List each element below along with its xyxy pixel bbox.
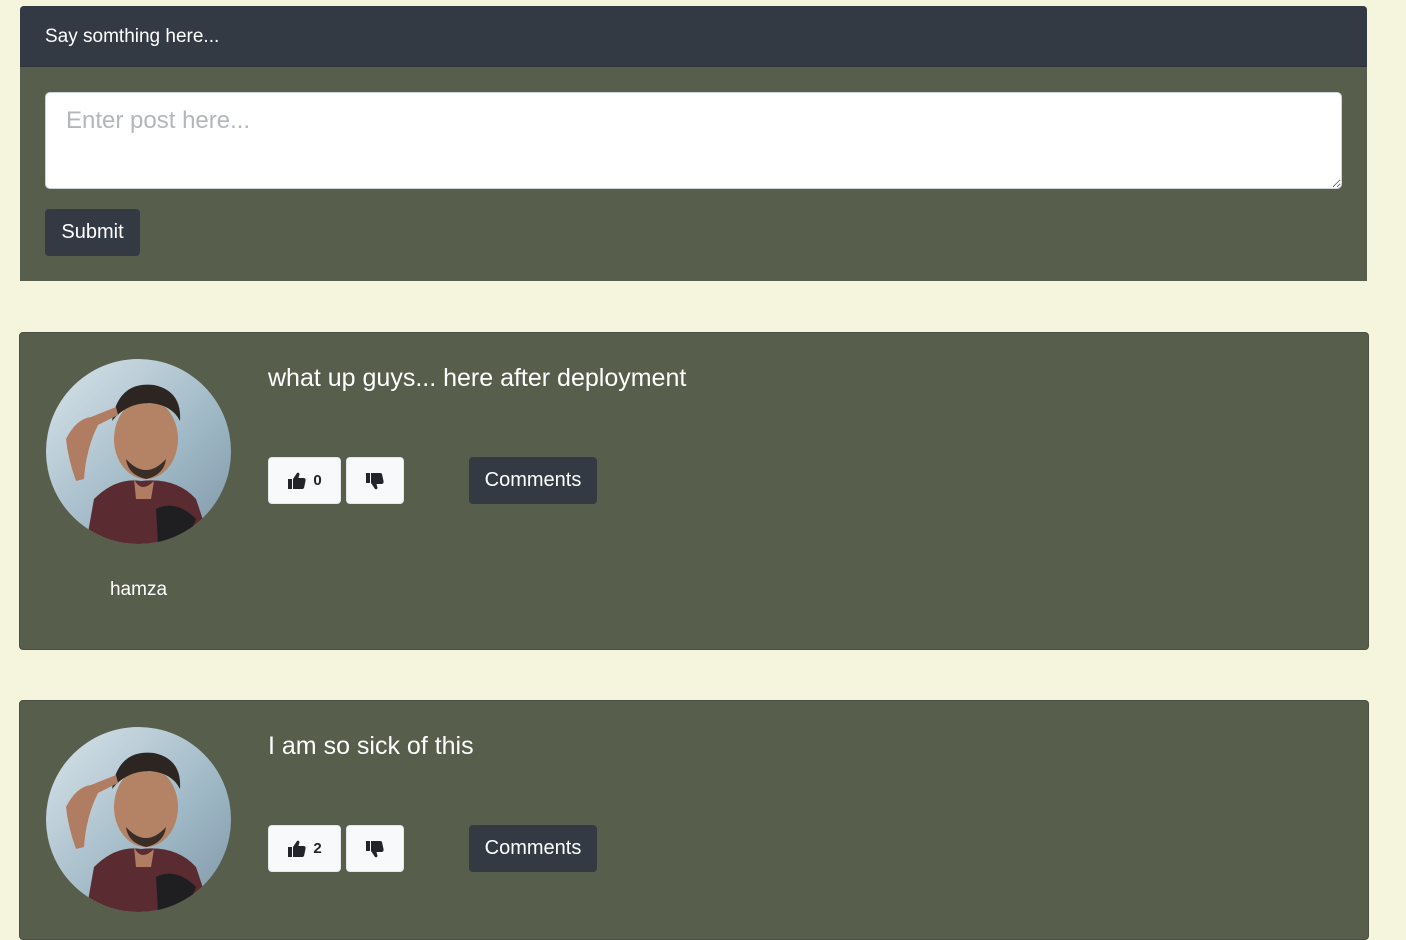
like-button[interactable]: 0 — [268, 457, 341, 504]
like-count: 0 — [313, 472, 322, 489]
post-card: hamza what up guys... here after deploym… — [19, 332, 1369, 650]
avatar — [46, 359, 231, 544]
post-composer: Say somthing here... Submit — [20, 6, 1367, 281]
thumbs-down-icon — [365, 839, 385, 859]
post-card: I am so sick of this 2 Comments — [19, 700, 1369, 940]
thumbs-down-icon — [365, 471, 385, 491]
dislike-button[interactable] — [346, 825, 404, 872]
composer-body: Submit — [20, 67, 1367, 281]
composer-header: Say somthing here... — [20, 6, 1367, 67]
like-count: 2 — [313, 840, 322, 857]
dislike-button[interactable] — [346, 457, 404, 504]
comments-button[interactable]: Comments — [469, 825, 597, 872]
author-name: hamza — [109, 579, 168, 600]
thumbs-up-icon — [287, 471, 307, 491]
thumbs-up-icon — [287, 839, 307, 859]
post-text: what up guys... here after deployment — [268, 364, 687, 392]
post-textarea[interactable] — [45, 92, 1342, 189]
comments-button[interactable]: Comments — [469, 457, 597, 504]
submit-button[interactable]: Submit — [45, 209, 140, 256]
post-text: I am so sick of this — [268, 732, 474, 760]
like-button[interactable]: 2 — [268, 825, 341, 872]
avatar — [46, 727, 231, 912]
